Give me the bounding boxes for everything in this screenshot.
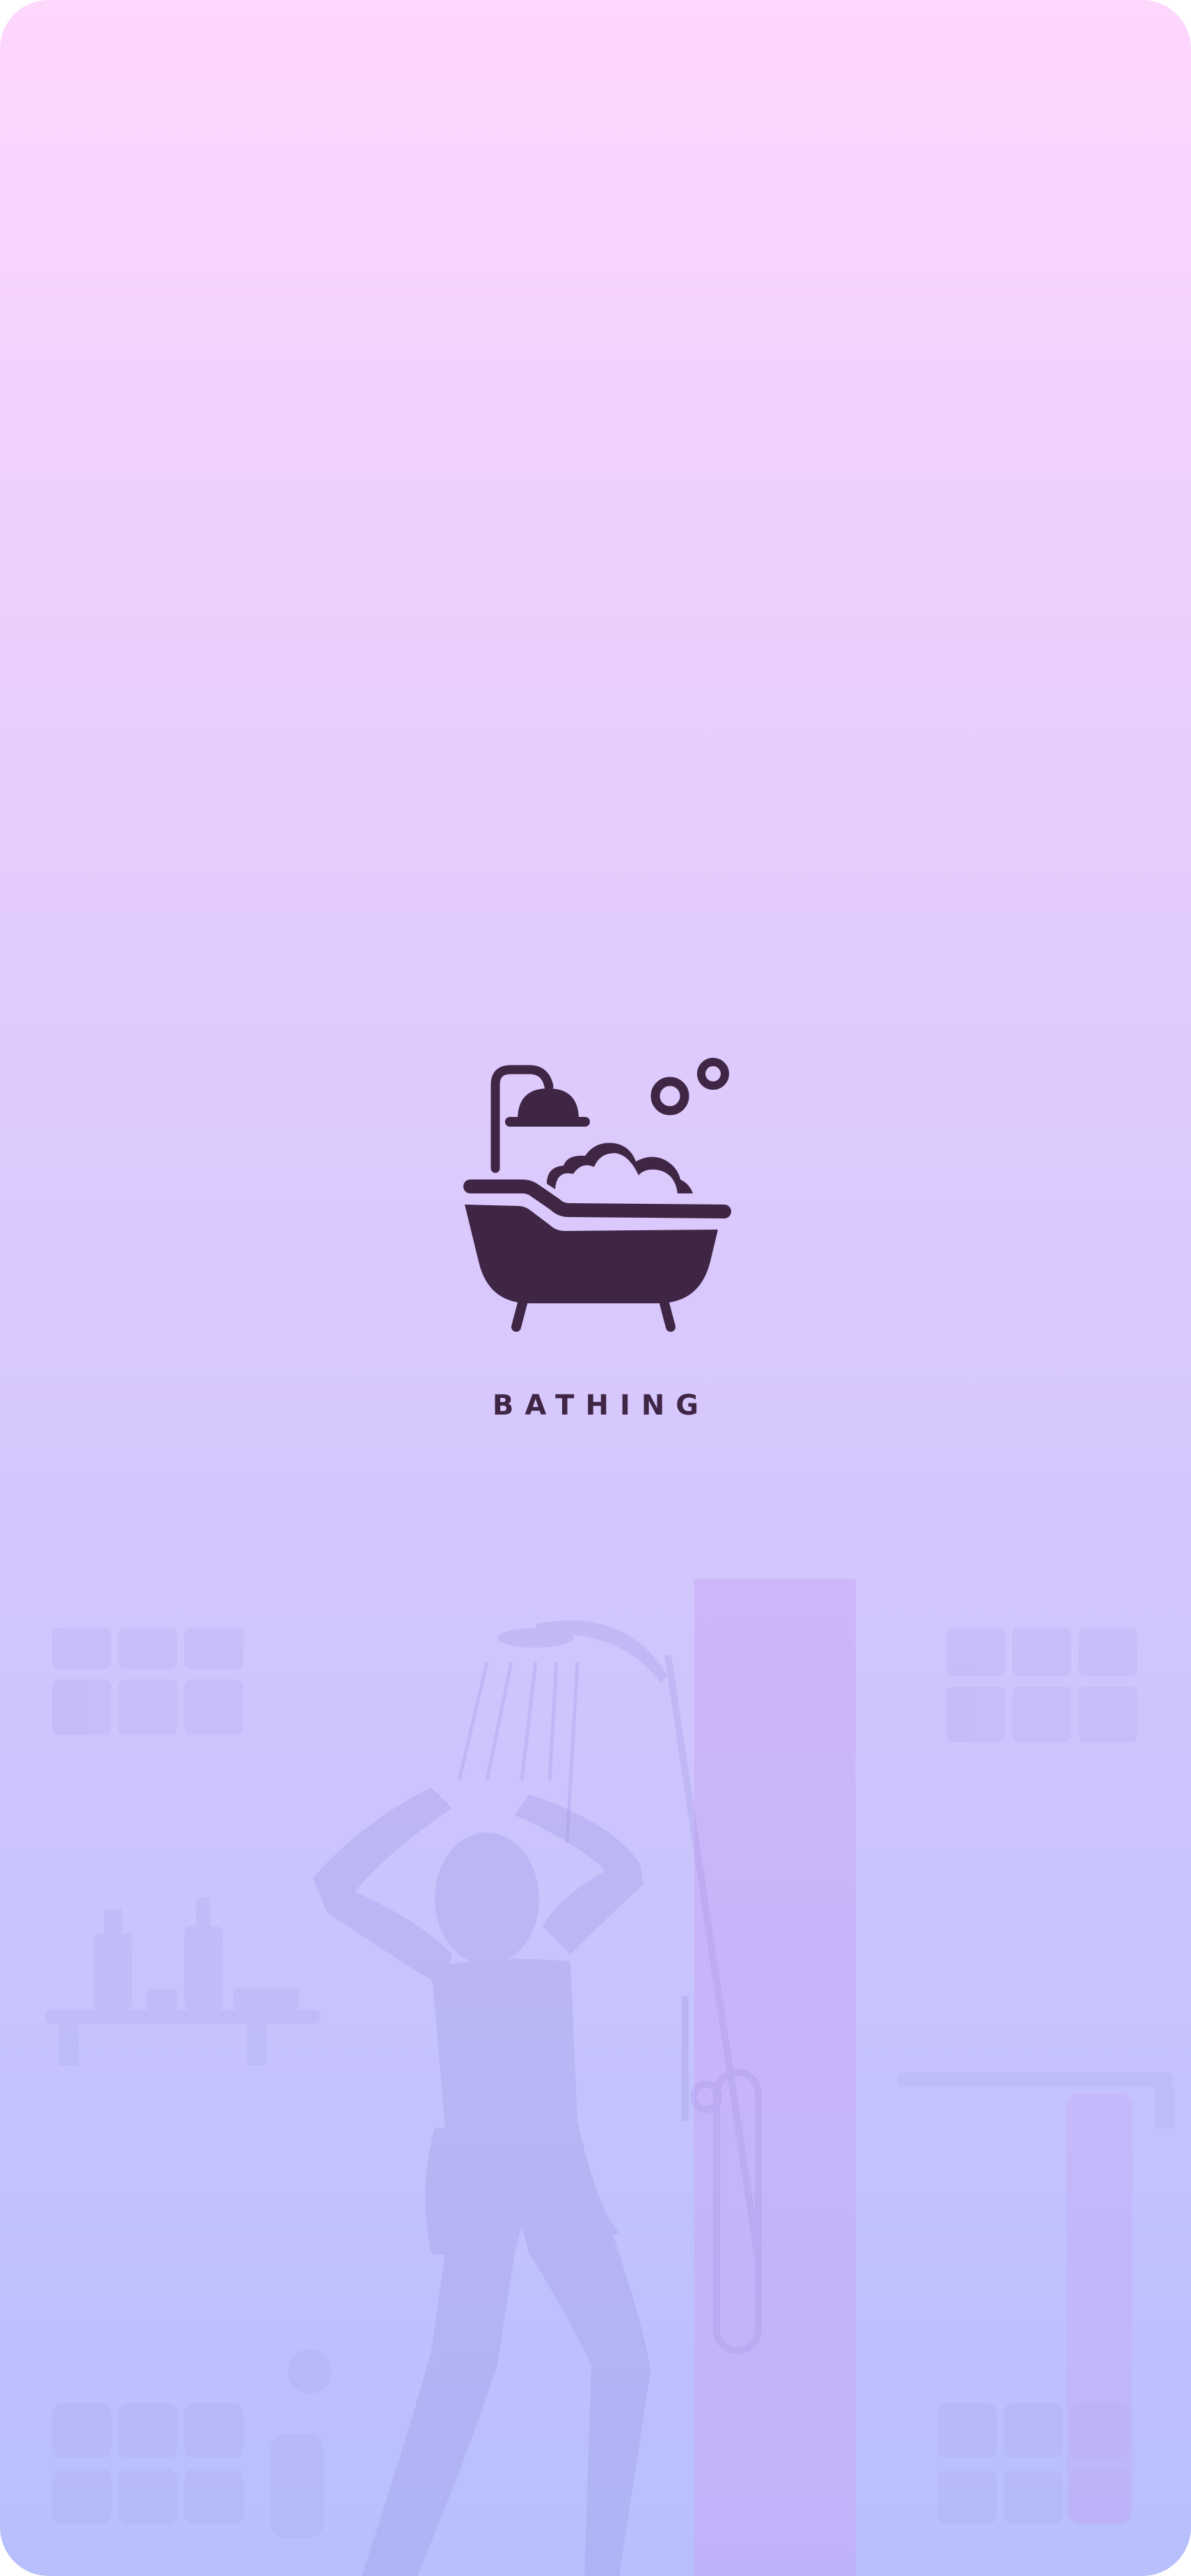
splash-screen: BATHING — [0, 0, 1191, 2576]
app-title: BATHING — [492, 1390, 710, 1422]
person-showering-illustration — [45, 1579, 1174, 2576]
bathtub-icon — [463, 1058, 731, 1332]
